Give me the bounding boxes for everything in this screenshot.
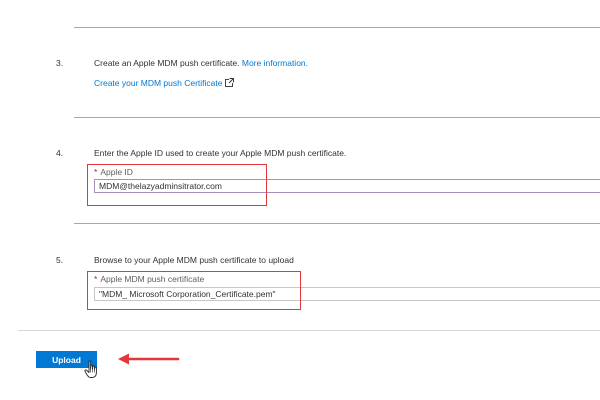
step-5-text: Browse to your Apple MDM push certificat… — [94, 255, 294, 265]
required-marker: * — [94, 274, 98, 284]
apple-mdm-push-certificate-panel: 3. Create an Apple MDM push certificate.… — [0, 0, 600, 400]
create-certificate-row: Create your MDM push Certificate — [94, 78, 234, 88]
create-mdm-push-certificate-link[interactable]: Create your MDM push Certificate — [94, 78, 223, 88]
apple-id-label: * Apple ID — [94, 167, 133, 177]
certificate-file-input[interactable]: "MDM_ Microsoft Corporation_Certificate.… — [94, 287, 600, 301]
step-3-number: 3. — [56, 58, 64, 68]
apple-id-input[interactable]: MDM@thelazyadminsitrator.com — [94, 179, 600, 193]
step-5-number: 5. — [56, 255, 64, 265]
step-3-text: Create an Apple MDM push certificate. Mo… — [94, 58, 308, 68]
certificate-file-label-text: Apple MDM push certificate — [100, 274, 205, 284]
section-divider-bottom — [18, 330, 600, 331]
section-divider-3 — [74, 223, 600, 224]
apple-id-label-text: Apple ID — [100, 167, 133, 177]
hand-pointer-icon — [84, 360, 97, 378]
required-marker: * — [94, 167, 98, 177]
step-3-instruction: Create an Apple MDM push certificate. — [94, 58, 242, 68]
section-divider-2 — [74, 117, 600, 118]
more-information-link[interactable]: More information. — [242, 58, 308, 68]
red-arrow-left-icon — [118, 353, 180, 365]
step-4-text: Enter the Apple ID used to create your A… — [94, 148, 347, 158]
section-divider-top — [74, 27, 600, 28]
external-link-icon[interactable] — [224, 78, 234, 87]
certificate-file-label: * Apple MDM push certificate — [94, 274, 204, 284]
step-4-number: 4. — [56, 148, 64, 158]
